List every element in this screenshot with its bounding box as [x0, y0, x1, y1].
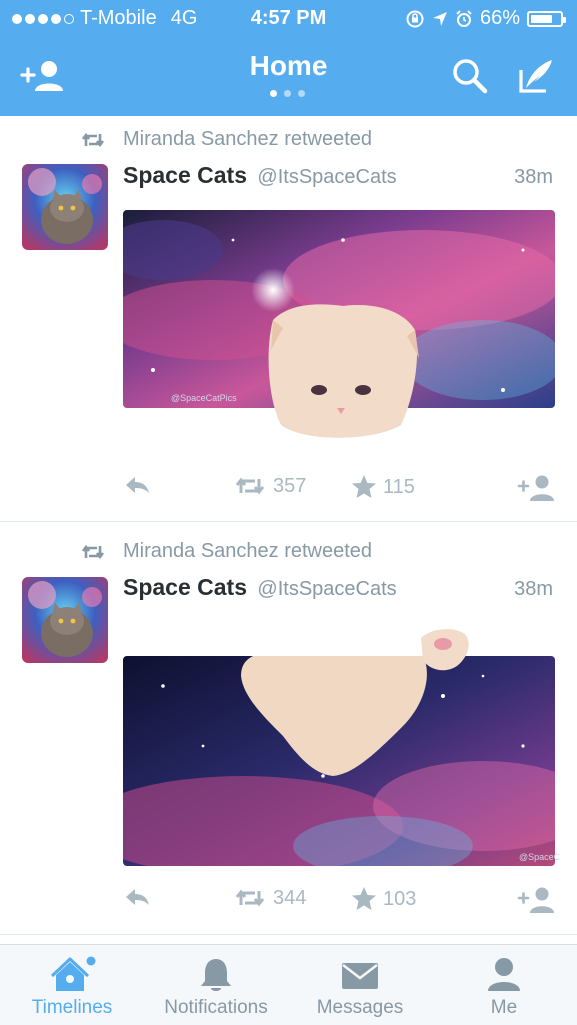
reply-icon [126, 889, 149, 905]
page-dot [270, 90, 277, 97]
tab-label: Me [490, 997, 518, 1018]
tweet-card[interactable]: Miranda Sanchez retweeted Space Cats @It… [0, 116, 577, 522]
location-icon [432, 11, 447, 26]
tweet-timestamp: 38m [514, 166, 553, 188]
reply-button[interactable] [123, 474, 151, 496]
tab-me[interactable]: Me [432, 945, 576, 1025]
reply-icon [126, 477, 149, 493]
star-icon [352, 475, 376, 498]
retweet-count: 357 [273, 474, 307, 497]
tweet-card[interactable]: Miranda Sanchez retweeted Space Cats @It… [0, 522, 577, 935]
page-dot [284, 90, 291, 97]
space-cat-avatar-image [22, 164, 108, 250]
favorite-count: 103 [383, 887, 417, 910]
battery-icon [527, 10, 566, 27]
tweet-actions: 344 103 [123, 886, 555, 916]
follow-button[interactable] [517, 886, 555, 914]
page-dot [298, 90, 305, 97]
tab-notifications[interactable]: Notifications [144, 945, 288, 1025]
avatar[interactable] [22, 577, 108, 663]
tweet-author[interactable]: Space Cats @ItsSpaceCats [123, 574, 397, 601]
image-watermark: @SpaceC [519, 852, 561, 862]
app-header: T-Mobile 4G 4:57 PM 66% Home [0, 0, 577, 116]
favorite-button[interactable]: 103 [351, 886, 416, 912]
tab-label: Timelines [31, 997, 113, 1018]
bell-icon [201, 959, 231, 991]
page-indicator [270, 90, 305, 97]
favorite-button[interactable]: 115 [351, 474, 415, 500]
space-cat-photo: @SpaceCatPics [123, 210, 555, 438]
tweet-timestamp: 38m [514, 578, 553, 600]
author-name[interactable]: Space Cats [123, 162, 247, 188]
space-cat-avatar-image [22, 577, 108, 663]
retweet-icon [81, 132, 105, 148]
rotation-lock-icon [406, 10, 424, 27]
retweet-icon [235, 889, 265, 907]
compose-tweet-button[interactable] [512, 54, 560, 98]
search-icon [453, 59, 488, 94]
person-icon [488, 958, 520, 991]
author-handle[interactable]: @ItsSpaceCats [257, 578, 396, 600]
space-cat-photo: @SpaceC [123, 629, 561, 866]
retweet-icon [235, 477, 265, 495]
add-user-icon [517, 475, 554, 501]
status-bar: T-Mobile 4G 4:57 PM 66% [0, 0, 577, 38]
battery-percent: 66% [479, 7, 520, 29]
retweet-count: 344 [273, 886, 307, 909]
retweeted-by-label: Miranda Sanchez retweeted [123, 540, 373, 562]
add-user-icon [517, 887, 554, 913]
favorite-count: 115 [383, 475, 415, 498]
tab-label: Messages [316, 997, 404, 1018]
tab-timelines[interactable]: Timelines [0, 945, 144, 1025]
compose-quill-icon [519, 60, 552, 93]
image-watermark: @SpaceCatPics [171, 393, 237, 403]
retweet-button[interactable]: 357 [233, 474, 306, 498]
tweet-actions: 357 115 [123, 474, 555, 504]
envelope-icon [342, 963, 378, 989]
search-button[interactable] [446, 54, 494, 98]
home-icon [50, 956, 96, 991]
follow-button[interactable] [517, 474, 555, 502]
author-name[interactable]: Space Cats [123, 574, 247, 600]
notification-badge [86, 956, 96, 966]
retweet-icon [81, 544, 105, 560]
alarm-icon [456, 9, 472, 27]
avatar[interactable] [22, 164, 108, 250]
tweet-author[interactable]: Space Cats @ItsSpaceCats [123, 162, 397, 189]
tweet-image[interactable]: @SpaceC [123, 629, 561, 866]
tweet-image[interactable]: @SpaceCatPics [123, 210, 555, 438]
tab-label: Notifications [164, 997, 268, 1018]
retweeted-by-label: Miranda Sanchez retweeted [123, 128, 373, 150]
author-handle[interactable]: @ItsSpaceCats [257, 166, 396, 188]
tab-bar: Timelines Notifications Messages Me [0, 944, 577, 1025]
reply-button[interactable] [123, 886, 151, 908]
retweet-button[interactable]: 344 [233, 886, 306, 910]
status-right: 66% [405, 7, 566, 30]
tab-messages[interactable]: Messages [288, 945, 432, 1025]
star-icon [352, 887, 376, 910]
